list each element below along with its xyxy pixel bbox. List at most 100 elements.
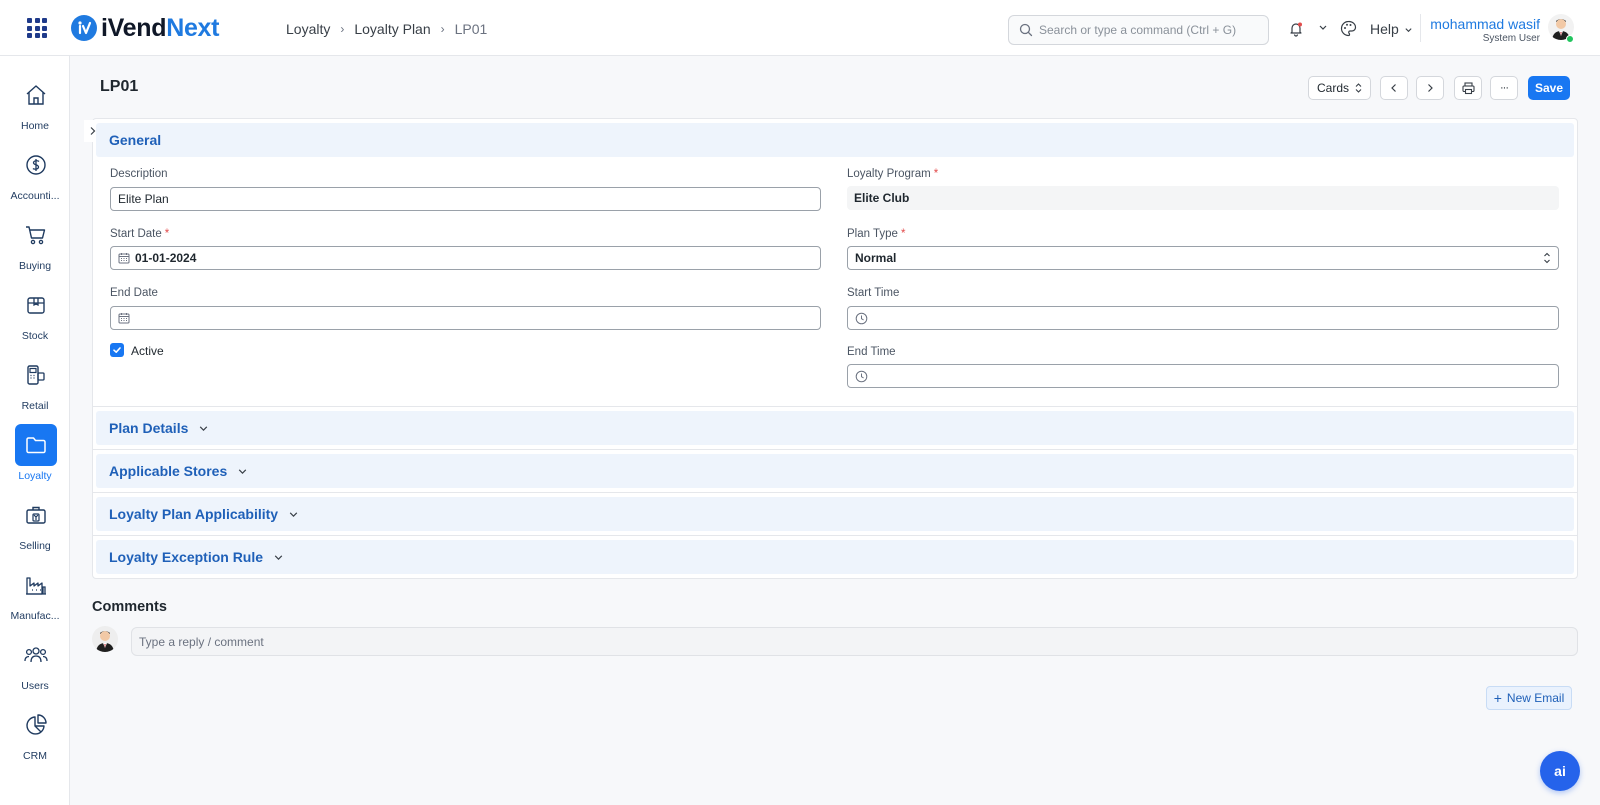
users-icon (15, 634, 57, 676)
chevron-right-icon: › (340, 22, 345, 36)
box-icon (15, 284, 57, 326)
sidebar-item-loyalty[interactable]: Loyalty (0, 418, 70, 488)
app-grid-icon[interactable] (27, 18, 47, 38)
end-date-field[interactable] (110, 306, 821, 330)
view-switcher-label: Cards (1316, 81, 1349, 95)
sort-arrows-icon (1355, 83, 1362, 93)
notification-bell-icon[interactable] (1288, 21, 1304, 37)
sidebar-item-label: CRM (23, 750, 47, 762)
header-divider (1420, 14, 1421, 42)
sidebar-item-accounting[interactable]: Accounti... (0, 138, 70, 208)
description-value: Elite Plan (118, 192, 169, 206)
sidebar-item-label: Selling (19, 540, 51, 552)
new-email-button[interactable]: + New Email (1486, 686, 1572, 710)
section-title: Loyalty Plan Applicability (109, 506, 279, 522)
sidebar-item-selling[interactable]: Selling (0, 488, 70, 558)
help-menu[interactable]: Help (1370, 21, 1413, 37)
comment-input[interactable] (139, 634, 1539, 649)
chevron-down-icon[interactable] (1318, 22, 1328, 32)
ai-label: ai (1554, 763, 1566, 779)
sidebar-item-label: Retail (21, 400, 49, 412)
end-date-label: End Date (110, 287, 158, 299)
breadcrumb-item-loyalty-plan[interactable]: Loyalty Plan (354, 21, 430, 37)
sidebar-item-label: Stock (21, 330, 49, 342)
breadcrumb-item-loyalty[interactable]: Loyalty (286, 21, 330, 37)
plus-icon: + (1493, 690, 1502, 706)
user-info[interactable]: mohammad wasif System User (1430, 16, 1540, 46)
active-label: Active (131, 344, 164, 358)
end-time-field[interactable] (847, 364, 1559, 388)
description-label: Description (110, 168, 168, 180)
section-divider (92, 535, 1578, 536)
sidebar-item-manufacturing[interactable]: Manufac... (0, 558, 70, 628)
breadcrumb: Loyalty › Loyalty Plan › LP01 (286, 21, 487, 37)
description-field[interactable]: Elite Plan (110, 187, 821, 211)
briefcase-icon (15, 494, 57, 536)
sidebar-item-crm[interactable]: CRM (0, 698, 70, 768)
plan-type-value: Normal (855, 251, 897, 265)
pie-chart-icon (15, 704, 57, 746)
search-icon (1019, 23, 1033, 37)
avatar (92, 626, 118, 652)
section-loyalty-exception-rule[interactable]: Loyalty Exception Rule (96, 540, 1574, 574)
active-checkbox[interactable] (110, 343, 124, 357)
sidebar: Home Accounti... Buying Stock Retail Loy… (0, 56, 70, 805)
chevron-right-icon: › (440, 22, 445, 36)
section-plan-details[interactable]: Plan Details (96, 411, 1574, 445)
sidebar-item-stock[interactable]: Stock (0, 278, 70, 348)
search-box[interactable] (1008, 15, 1269, 45)
sidebar-item-home[interactable]: Home (0, 68, 70, 138)
checkmark-icon (113, 347, 121, 353)
section-title: Plan Details (109, 420, 189, 436)
section-loyalty-plan-applicability[interactable]: Loyalty Plan Applicability (96, 497, 1574, 531)
next-record-button[interactable] (1416, 76, 1444, 100)
sidebar-item-users[interactable]: Users (0, 628, 70, 698)
user-role: System User (1482, 33, 1540, 44)
print-button[interactable] (1454, 76, 1482, 100)
sort-arrows-icon (1544, 252, 1550, 264)
comments-title: Comments (92, 599, 167, 615)
start-time-field[interactable] (847, 306, 1559, 330)
ai-assistant-button[interactable]: ai (1540, 751, 1580, 791)
loyalty-program-value: Elite Club (854, 191, 910, 205)
sidebar-item-buying[interactable]: Buying (0, 208, 70, 278)
chevron-right-icon (1428, 84, 1433, 92)
section-divider (92, 449, 1578, 450)
sidebar-item-retail[interactable]: Retail (0, 348, 70, 418)
sidebar-item-label: Buying (18, 260, 52, 272)
start-time-label: Start Time (847, 287, 900, 299)
section-applicable-stores[interactable]: Applicable Stores (96, 454, 1574, 488)
section-divider (92, 492, 1578, 493)
start-date-field[interactable]: 01-01-2024 (110, 246, 821, 270)
comment-box[interactable] (131, 627, 1578, 656)
help-label: Help (1370, 21, 1399, 37)
start-date-value: 01-01-2024 (135, 251, 197, 265)
section-general[interactable]: General (96, 123, 1574, 157)
home-icon (15, 74, 57, 116)
app-logo[interactable]: iVendNext (71, 15, 219, 41)
plan-type-select[interactable]: Normal (847, 246, 1559, 270)
view-switcher-button[interactable]: Cards (1308, 76, 1371, 100)
logo-text: iVendNext (101, 14, 220, 42)
more-actions-button[interactable]: ··· (1490, 76, 1518, 100)
loyalty-program-label: Loyalty Program * (847, 168, 939, 180)
factory-icon (15, 564, 57, 606)
chevron-down-icon (289, 511, 298, 517)
search-input[interactable] (1039, 23, 1259, 37)
previous-record-button[interactable] (1380, 76, 1408, 100)
cart-icon (15, 214, 57, 256)
save-button[interactable]: Save (1528, 76, 1570, 100)
sidebar-item-label: Accounti... (10, 190, 60, 202)
palette-icon[interactable] (1340, 20, 1357, 37)
section-divider (92, 406, 1578, 407)
calendar-icon (118, 312, 130, 324)
required-mark: * (164, 228, 170, 240)
plan-type-label: Plan Type * (847, 228, 906, 240)
sidebar-item-label: Home (20, 120, 49, 132)
page-title: LP01 (100, 78, 139, 95)
folder-icon (15, 424, 57, 466)
user-name: mohammad wasif (1430, 16, 1540, 32)
loyalty-program-field: Elite Club (847, 186, 1559, 210)
chevron-down-icon (274, 554, 283, 560)
sidebar-item-label: Manufac... (10, 610, 60, 622)
